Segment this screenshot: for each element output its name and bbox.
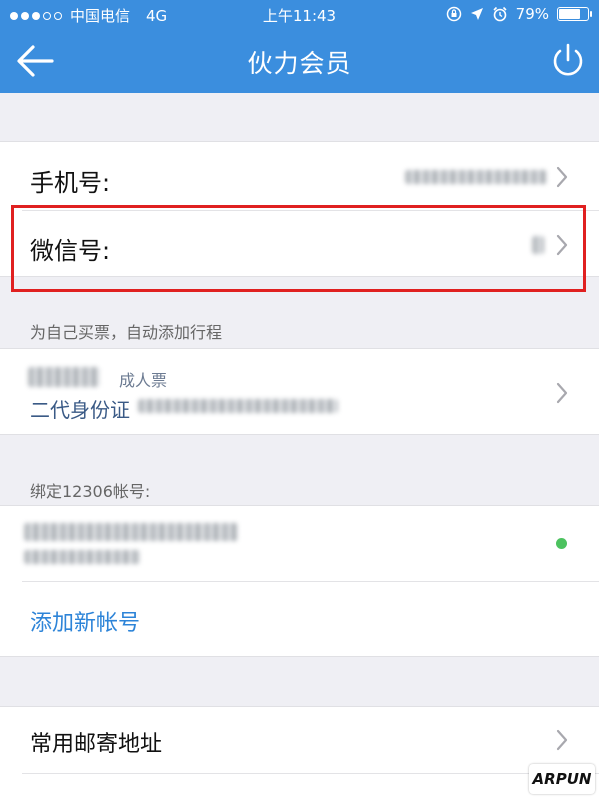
- bind-12306-group: 添加新帐号: [0, 505, 599, 657]
- navigation-bar: 伙力会员: [0, 30, 599, 93]
- bind-12306-hint: 绑定12306帐号:: [30, 482, 151, 501]
- phone-label: 手机号:: [30, 169, 111, 197]
- chevron-right-icon: [556, 729, 568, 751]
- location-icon: [470, 8, 483, 20]
- status-bar: 中国电信 4G 上午11:43 79%: [0, 0, 599, 30]
- alarm-icon: [493, 6, 507, 22]
- ticket-type-label: 成人票: [119, 371, 168, 390]
- battery-icon: [557, 7, 592, 21]
- page-title: 伙力会员: [247, 49, 352, 78]
- highlight-box: [11, 205, 586, 292]
- bound-account-row[interactable]: [0, 506, 599, 581]
- phone-row[interactable]: 手机号:: [0, 142, 599, 210]
- divider: [22, 773, 599, 774]
- status-right: 79%: [446, 5, 592, 23]
- settings-group: 常用邮寄地址: [0, 706, 599, 798]
- top-bar: 中国电信 4G 上午11:43 79% 伙力会员: [0, 0, 599, 93]
- chevron-right-icon: [556, 166, 568, 188]
- watermark-logo: ARPUN: [529, 764, 595, 794]
- account-sub-redacted: [24, 550, 140, 564]
- passenger-name-redacted: [28, 367, 100, 387]
- rotation-lock-icon: [446, 6, 461, 22]
- chevron-right-icon: [556, 382, 568, 404]
- id-number-redacted: [138, 399, 338, 413]
- self-ticket-hint: 为自己买票，自动添加行程: [30, 323, 223, 342]
- add-account-link[interactable]: 添加新帐号: [30, 605, 140, 637]
- id-type-label: 二代身份证: [30, 398, 130, 422]
- mail-address-row[interactable]: 常用邮寄地址: [0, 707, 599, 773]
- mail-address-label: 常用邮寄地址: [30, 732, 163, 757]
- add-account-row[interactable]: 添加新帐号: [0, 581, 599, 658]
- account-email-redacted: [24, 523, 238, 541]
- passenger-card[interactable]: 成人票 二代身份证: [0, 348, 599, 435]
- phone-value-redacted: [405, 170, 547, 184]
- battery-percent: 79%: [515, 5, 549, 23]
- status-dot: [556, 538, 567, 549]
- power-icon[interactable]: [551, 42, 585, 80]
